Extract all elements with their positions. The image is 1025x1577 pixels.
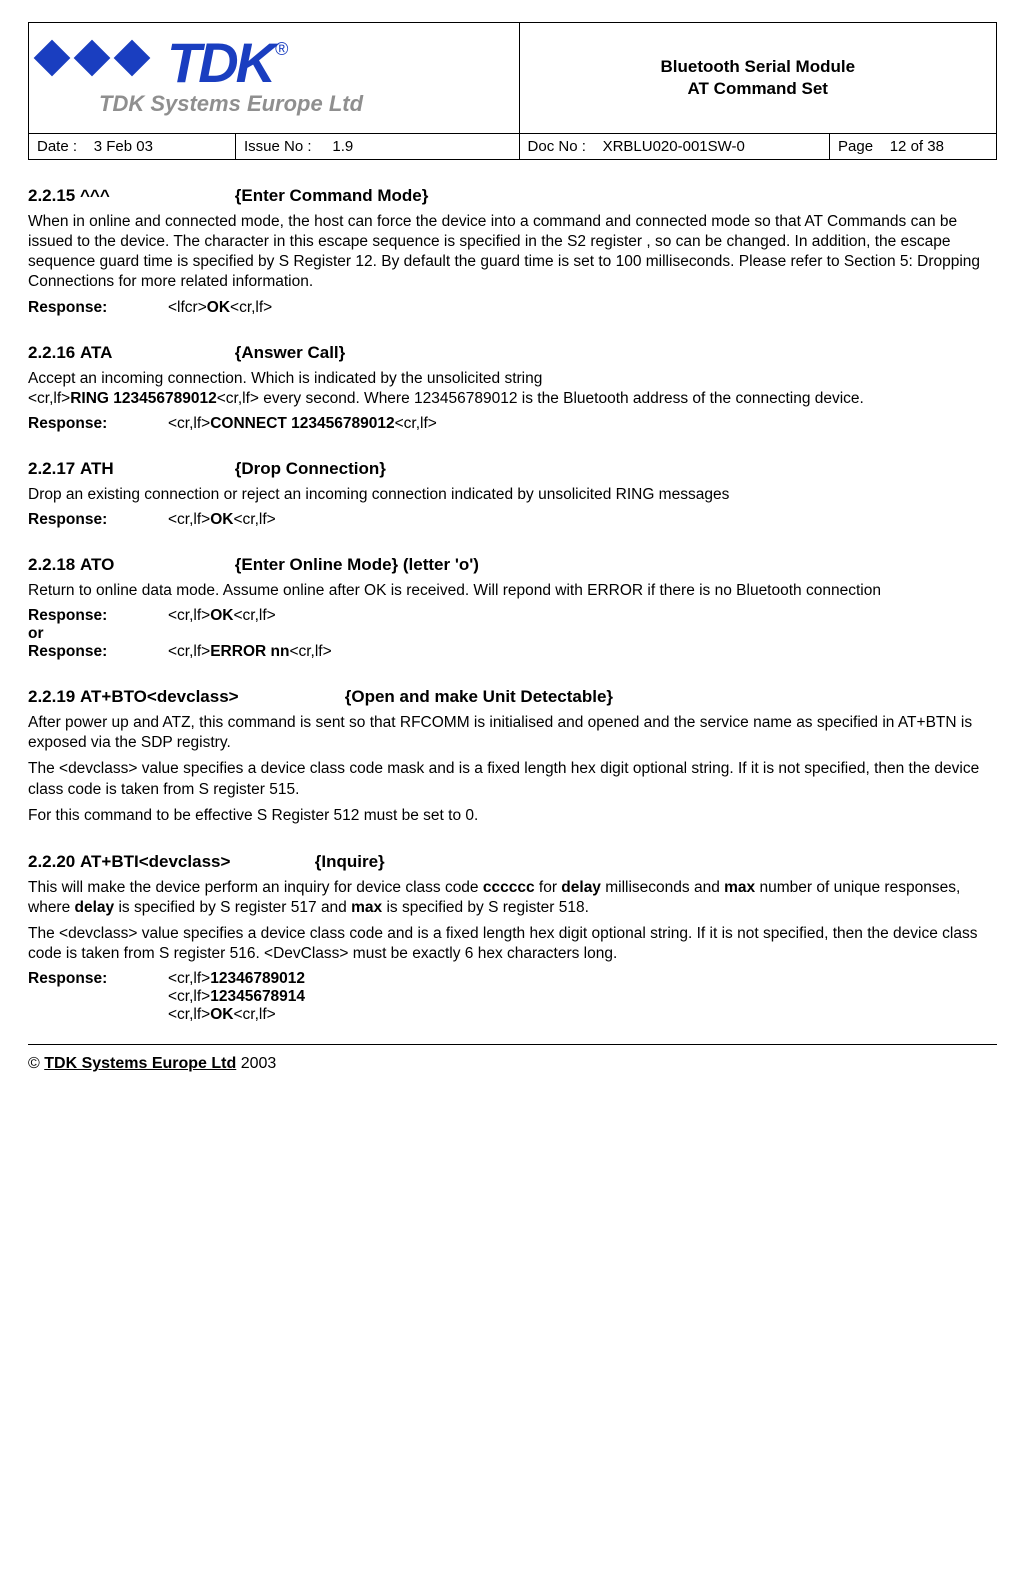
sec-cmd: ATH xyxy=(80,459,114,478)
docno-value: XRBLU020-001SW-0 xyxy=(603,138,745,155)
sec-cmd: ATA xyxy=(80,343,112,362)
heading-2217: 2.2.17 ATH {Drop Connection} xyxy=(28,459,997,479)
heading-2218: 2.2.18 ATO {Enter Online Mode} (letter '… xyxy=(28,555,997,575)
resp-label: Response: xyxy=(28,607,168,625)
resp-value: <cr,lf>12346789012 xyxy=(168,970,997,988)
resp-value: <cr,lf>OK<cr,lf> xyxy=(168,607,997,625)
or-label: or xyxy=(28,625,44,642)
body-2219-p1: After power up and ATZ, this command is … xyxy=(28,713,997,753)
sec-num: 2.2.20 xyxy=(28,852,75,871)
body-2217: Drop an existing connection or reject an… xyxy=(28,485,997,505)
page-value: 12 of 38 xyxy=(890,138,944,155)
docno-cell: Doc No : XRBLU020-001SW-0 xyxy=(519,134,829,160)
sec-name: {Enter Online Mode} (letter 'o') xyxy=(235,555,479,574)
copyright-symbol: © xyxy=(28,1055,44,1072)
docno-label: Doc No : xyxy=(528,138,586,155)
resp-label: Response: xyxy=(28,970,168,988)
page-label: Page xyxy=(838,138,873,155)
sec-num: 2.2.16 xyxy=(28,343,75,362)
body-2220-p1: This will make the device perform an inq… xyxy=(28,878,997,918)
sec-cmd: ATO xyxy=(80,555,114,574)
tdk-diamonds-icon xyxy=(39,45,159,71)
sec-cmd: ^^^ xyxy=(80,186,110,205)
sec-name: {Inquire} xyxy=(315,852,385,871)
page-cell: Page 12 of 38 xyxy=(830,134,997,160)
resp-value: <cr,lf>CONNECT 123456789012<cr,lf> xyxy=(168,415,997,433)
doc-title-line1: Bluetooth Serial Module xyxy=(660,57,855,76)
document-header: TDK ® TDK Systems Europe Ltd Bluetooth S… xyxy=(28,22,997,160)
response-2218-2: Response: <cr,lf>ERROR nn<cr,lf> xyxy=(28,643,997,661)
sec-name: {Open and make Unit Detectable} xyxy=(345,687,613,706)
logo-text: TDK xyxy=(167,39,273,87)
footer: © TDK Systems Europe Ltd 2003 xyxy=(28,1044,997,1073)
response-2220-2: <cr,lf>12345678914 xyxy=(168,988,997,1006)
response-2220-3: <cr,lf>OK<cr,lf> xyxy=(168,1006,997,1024)
resp-label: Response: xyxy=(28,511,168,529)
resp-value: <lfcr>OK<cr,lf> xyxy=(168,299,997,317)
resp-value: <cr,lf>OK<cr,lf> xyxy=(168,511,997,529)
issue-label: Issue No : xyxy=(244,138,312,155)
sec-num: 2.2.19 xyxy=(28,687,75,706)
sec-name: {Enter Command Mode} xyxy=(235,186,429,205)
sec-name: {Answer Call} xyxy=(235,343,346,362)
date-label: Date : xyxy=(37,138,77,155)
heading-2215: 2.2.15 ^^^ {Enter Command Mode} xyxy=(28,186,997,206)
issue-cell: Issue No : 1.9 xyxy=(236,134,520,160)
body-2219-p2: The <devclass> value specifies a device … xyxy=(28,759,997,799)
resp-label: Response: xyxy=(28,299,168,317)
response-2220-1: Response: <cr,lf>12346789012 xyxy=(28,970,997,988)
sec-name: {Drop Connection} xyxy=(235,459,386,478)
registered-mark: ® xyxy=(275,39,288,60)
heading-2216: 2.2.16 ATA {Answer Call} xyxy=(28,343,997,363)
issue-value: 1.9 xyxy=(332,138,353,155)
sec-num: 2.2.18 xyxy=(28,555,75,574)
response-2217: Response: <cr,lf>OK<cr,lf> xyxy=(28,511,997,529)
logo-subtitle: TDK Systems Europe Ltd xyxy=(99,91,519,117)
heading-2219: 2.2.19 AT+BTO<devclass> {Open and make U… xyxy=(28,687,997,707)
sec-cmd: AT+BTI<devclass> xyxy=(80,852,230,871)
date-value: 3 Feb 03 xyxy=(94,138,153,155)
doc-title-cell: Bluetooth Serial Module AT Command Set xyxy=(519,23,996,134)
footer-company: TDK Systems Europe Ltd xyxy=(44,1055,236,1072)
body-2216: Accept an incoming connection. Which is … xyxy=(28,369,997,409)
response-2216: Response: <cr,lf>CONNECT 123456789012<cr… xyxy=(28,415,997,433)
logo: TDK ® TDK Systems Europe Ltd xyxy=(29,39,519,117)
response-2215: Response: <lfcr>OK<cr,lf> xyxy=(28,299,997,317)
resp-value: <cr,lf>ERROR nn<cr,lf> xyxy=(168,643,997,661)
logo-cell: TDK ® TDK Systems Europe Ltd xyxy=(29,23,520,134)
resp-label: Response: xyxy=(28,415,168,433)
body-2219-p3: For this command to be effective S Regis… xyxy=(28,806,997,826)
response-2218-1: Response: <cr,lf>OK<cr,lf> xyxy=(28,607,997,625)
body-2218: Return to online data mode. Assume onlin… xyxy=(28,581,997,601)
resp-label: Response: xyxy=(28,643,168,661)
sec-cmd: AT+BTO<devclass> xyxy=(80,687,239,706)
body-2220-p2: The <devclass> value specifies a device … xyxy=(28,924,997,964)
body-2215: When in online and connected mode, the h… xyxy=(28,212,997,293)
footer-year: 2003 xyxy=(236,1055,276,1072)
heading-2220: 2.2.20 AT+BTI<devclass> {Inquire} xyxy=(28,852,997,872)
sec-num: 2.2.17 xyxy=(28,459,75,478)
doc-title-line2: AT Command Set xyxy=(688,79,828,98)
sec-num: 2.2.15 xyxy=(28,186,75,205)
date-cell: Date : 3 Feb 03 xyxy=(29,134,236,160)
